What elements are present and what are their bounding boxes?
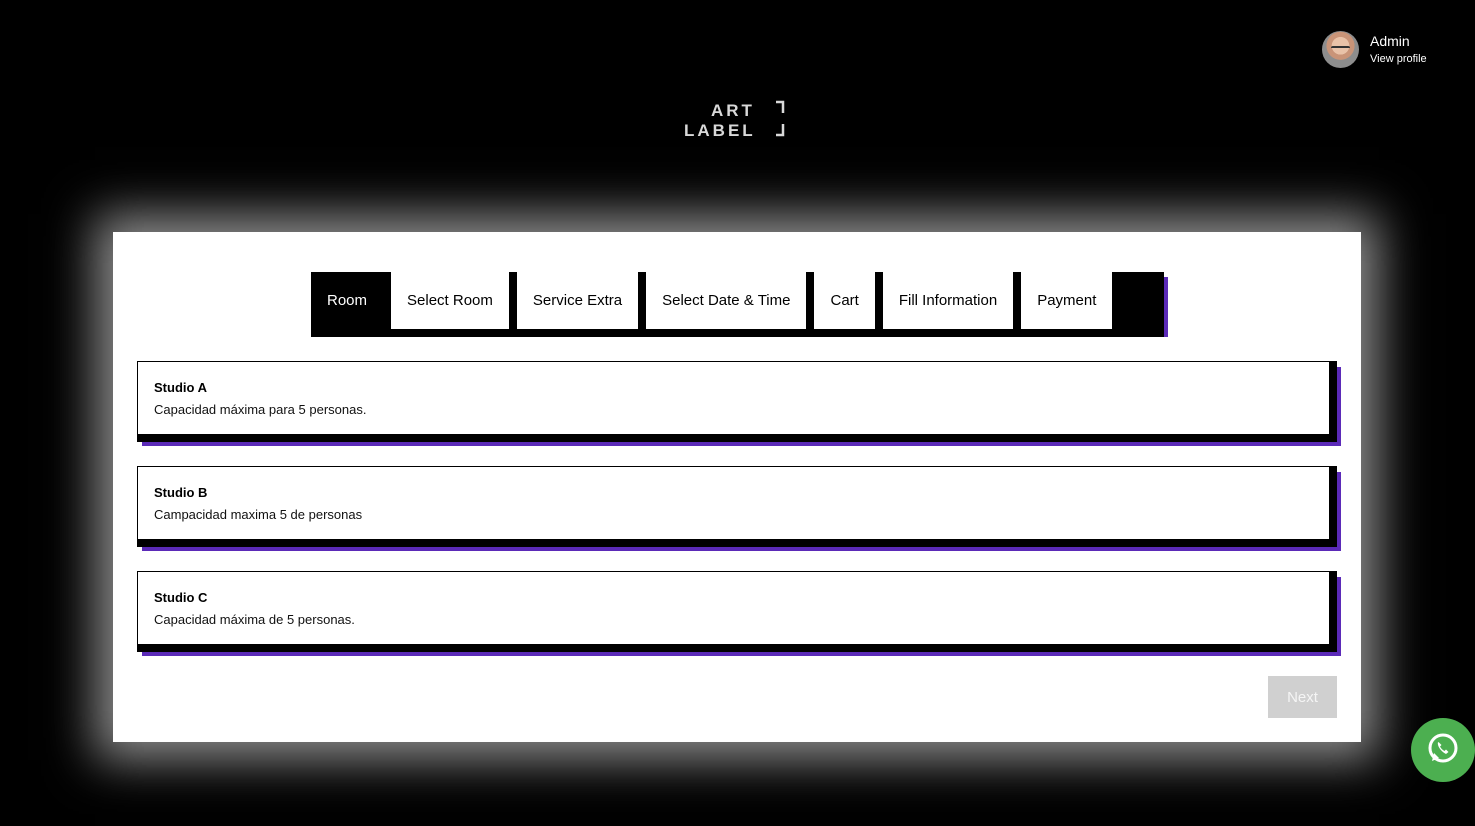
svg-text:ART: ART: [711, 101, 755, 120]
tab-service-extra[interactable]: Service Extra: [516, 272, 639, 329]
room-title: Studio C: [154, 590, 208, 605]
booking-card: Room Select Room Service Extra Select Da…: [113, 232, 1361, 742]
booking-steps: Room Select Room Service Extra Select Da…: [311, 272, 1168, 337]
room-option-studio-b[interactable]: Studio B Campacidad maxima 5 de personas: [137, 466, 1341, 551]
view-profile-link[interactable]: View profile: [1370, 53, 1427, 66]
room-option-studio-c[interactable]: Studio C Capacidad máxima de 5 personas.: [137, 571, 1341, 656]
tab-select-date-time[interactable]: Select Date & Time: [646, 272, 807, 329]
tab-payment[interactable]: Payment: [1021, 272, 1113, 329]
room-title: Studio B: [154, 485, 208, 500]
room-description: Capacidad máxima de 5 personas.: [154, 612, 355, 627]
profile-menu[interactable]: Admin View profile: [1322, 31, 1427, 68]
tab-cart[interactable]: Cart: [814, 272, 875, 329]
tab-fill-information[interactable]: Fill Information: [882, 272, 1014, 329]
next-button[interactable]: Next: [1268, 676, 1337, 718]
room-title: Studio A: [154, 380, 207, 395]
page: Admin View profile ART LABEL Room Select…: [0, 0, 1475, 826]
art-label-logo: ART LABEL: [684, 100, 786, 140]
whatsapp-button[interactable]: [1411, 718, 1475, 782]
room-description: Campacidad maxima 5 de personas: [154, 507, 363, 522]
room-list: Studio A Capacidad máxima para 5 persona…: [137, 361, 1341, 676]
avatar[interactable]: [1322, 31, 1359, 68]
whatsapp-icon: [1425, 730, 1461, 771]
room-description: Capacidad máxima para 5 personas.: [154, 402, 367, 417]
profile-name: Admin: [1370, 33, 1410, 49]
tab-select-room[interactable]: Select Room: [391, 272, 509, 329]
tab-room[interactable]: Room: [311, 272, 384, 329]
room-option-studio-a[interactable]: Studio A Capacidad máxima para 5 persona…: [137, 361, 1341, 446]
svg-text:LABEL: LABEL: [684, 121, 756, 140]
